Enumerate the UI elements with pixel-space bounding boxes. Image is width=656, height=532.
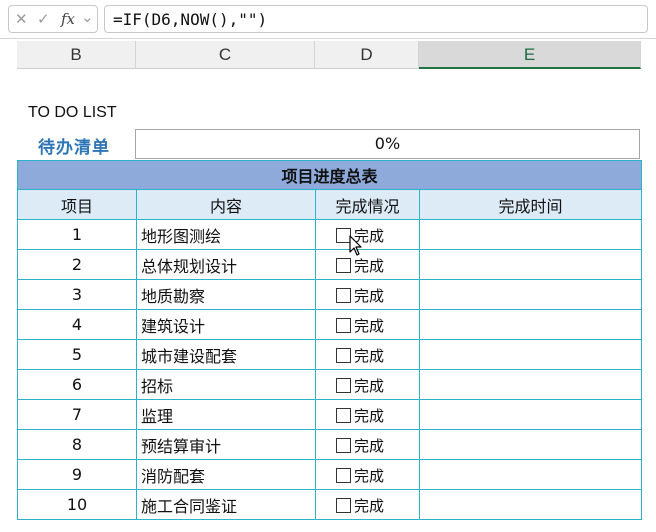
header-content[interactable]: 内容 xyxy=(136,189,316,220)
table-row: 2 总体规划设计 完成 xyxy=(17,249,642,280)
row-time-cell[interactable] xyxy=(419,339,642,370)
formula-input[interactable]: =IF(D6,NOW(),"") xyxy=(104,5,648,33)
completion-checkbox-control[interactable]: 完成 xyxy=(336,495,384,515)
table-row: 7 监理 完成 xyxy=(17,399,642,430)
header-status[interactable]: 完成情况 xyxy=(315,189,420,220)
row-time-cell[interactable] xyxy=(419,369,642,400)
completion-checkbox-control[interactable]: 完成 xyxy=(336,435,384,455)
row-number-cell[interactable]: 3 xyxy=(17,279,137,310)
chevron-down-icon[interactable]: ⌄ xyxy=(81,8,94,26)
column-header-b[interactable]: B xyxy=(17,41,136,69)
completion-checkbox-control[interactable]: 完成 xyxy=(336,345,384,365)
row-number-cell[interactable]: 6 xyxy=(17,369,137,400)
table-title[interactable]: 项目进度总表 xyxy=(17,160,642,190)
checkbox-label[interactable]: 完成 xyxy=(354,465,384,486)
row-status-cell[interactable]: 完成 xyxy=(315,399,420,430)
row-number-cell[interactable]: 10 xyxy=(17,489,137,520)
row-content-cell[interactable]: 地质勘察 xyxy=(136,279,316,310)
table-row: 1 地形图测绘 完成 xyxy=(17,219,642,250)
row-content-cell[interactable]: 城市建设配套 xyxy=(136,339,316,370)
row-content-cell[interactable]: 总体规划设计 xyxy=(136,249,316,280)
checkbox-label[interactable]: 完成 xyxy=(354,495,384,516)
completion-checkbox-control[interactable]: 完成 xyxy=(336,405,384,425)
row-status-cell[interactable]: 完成 xyxy=(315,489,420,520)
row-number-cell[interactable]: 7 xyxy=(17,399,137,430)
row-time-cell[interactable] xyxy=(419,489,642,520)
header-time[interactable]: 完成时间 xyxy=(419,189,642,220)
row-status-cell[interactable]: 完成 xyxy=(315,219,420,250)
completion-checkbox[interactable] xyxy=(336,257,351,273)
row-status-cell[interactable]: 完成 xyxy=(315,279,420,310)
table-row: 5 城市建设配套 完成 xyxy=(17,339,642,370)
pending-label: 待办清单 xyxy=(38,138,110,158)
formula-bar: ✕ ✓ fx ⌄ =IF(D6,NOW(),"") xyxy=(0,0,656,39)
insert-function-icon[interactable]: fx xyxy=(61,10,75,28)
table-row: 9 消防配套 完成 xyxy=(17,459,642,490)
completion-checkbox-control[interactable]: 完成 xyxy=(336,465,384,485)
completion-checkbox-control[interactable]: 完成 xyxy=(336,375,384,395)
checkbox-label[interactable]: 完成 xyxy=(354,405,384,426)
row-time-cell[interactable] xyxy=(419,429,642,460)
row-status-cell[interactable]: 完成 xyxy=(315,339,420,370)
row-number-cell[interactable]: 4 xyxy=(17,309,137,340)
table-row: 4 建筑设计 完成 xyxy=(17,309,642,340)
row-content-cell[interactable]: 施工合同鉴证 xyxy=(136,489,316,520)
completion-checkbox[interactable] xyxy=(336,407,351,423)
header-item[interactable]: 项目 xyxy=(17,189,137,220)
completion-checkbox[interactable] xyxy=(336,377,351,393)
mouse-cursor-icon xyxy=(349,235,362,256)
checkbox-label[interactable]: 完成 xyxy=(354,285,384,306)
row-status-cell[interactable]: 完成 xyxy=(315,249,420,280)
row-status-cell[interactable]: 完成 xyxy=(315,429,420,460)
completion-checkbox[interactable] xyxy=(336,317,351,333)
row-time-cell[interactable] xyxy=(419,279,642,310)
table-row: 6 招标 完成 xyxy=(17,369,642,400)
completion-checkbox[interactable] xyxy=(336,347,351,363)
row-content-cell[interactable]: 建筑设计 xyxy=(136,309,316,340)
row-number-cell[interactable]: 9 xyxy=(17,459,137,490)
row-content-cell[interactable]: 监理 xyxy=(136,399,316,430)
completion-checkbox[interactable] xyxy=(336,437,351,453)
checkbox-label[interactable]: 完成 xyxy=(354,435,384,456)
progress-cell[interactable]: 0% xyxy=(135,129,640,159)
column-header-d[interactable]: D xyxy=(315,41,419,69)
row-time-cell[interactable] xyxy=(419,399,642,430)
row-number-cell[interactable]: 2 xyxy=(17,249,137,280)
formula-text[interactable]: =IF(D6,NOW(),"") xyxy=(113,10,267,29)
row-time-cell[interactable] xyxy=(419,459,642,490)
completion-checkbox[interactable] xyxy=(336,467,351,483)
completion-checkbox-control[interactable]: 完成 xyxy=(336,255,384,275)
todo-title: TO DO LIST xyxy=(28,104,117,121)
row-time-cell[interactable] xyxy=(419,309,642,340)
checkbox-label[interactable]: 完成 xyxy=(354,255,384,276)
completion-checkbox[interactable] xyxy=(336,287,351,303)
row-number-cell[interactable]: 5 xyxy=(17,339,137,370)
checkbox-label[interactable]: 完成 xyxy=(354,375,384,396)
table-row: 8 预结算审计 完成 xyxy=(17,429,642,460)
table-row: 10 施工合同鉴证 完成 xyxy=(17,489,642,520)
confirm-icon[interactable]: ✓ xyxy=(37,10,50,28)
checkbox-label[interactable]: 完成 xyxy=(354,315,384,336)
checkbox-label[interactable]: 完成 xyxy=(354,345,384,366)
formula-bar-controls: ✕ ✓ fx ⌄ xyxy=(8,5,98,33)
row-time-cell[interactable] xyxy=(419,219,642,250)
row-content-cell[interactable]: 消防配套 xyxy=(136,459,316,490)
row-time-cell[interactable] xyxy=(419,249,642,280)
completion-checkbox-control[interactable]: 完成 xyxy=(336,315,384,335)
row-number-cell[interactable]: 8 xyxy=(17,429,137,460)
column-header-c[interactable]: C xyxy=(136,41,315,69)
row-status-cell[interactable]: 完成 xyxy=(315,309,420,340)
completion-checkbox-control[interactable]: 完成 xyxy=(336,285,384,305)
row-status-cell[interactable]: 完成 xyxy=(315,369,420,400)
column-header-e[interactable]: E xyxy=(419,41,641,69)
row-status-cell[interactable]: 完成 xyxy=(315,459,420,490)
row-number-cell[interactable]: 1 xyxy=(17,219,137,250)
row-content-cell[interactable]: 招标 xyxy=(136,369,316,400)
cancel-icon[interactable]: ✕ xyxy=(15,10,28,28)
completion-checkbox[interactable] xyxy=(336,497,351,513)
row-content-cell[interactable]: 预结算审计 xyxy=(136,429,316,460)
progress-table: 项目进度总表 项目 内容 完成情况 完成时间 1 地形图测绘 完成 2 总体规划设计 完成… xyxy=(17,160,642,520)
row-content-cell[interactable]: 地形图测绘 xyxy=(136,219,316,250)
table-row: 3 地质勘察 完成 xyxy=(17,279,642,310)
